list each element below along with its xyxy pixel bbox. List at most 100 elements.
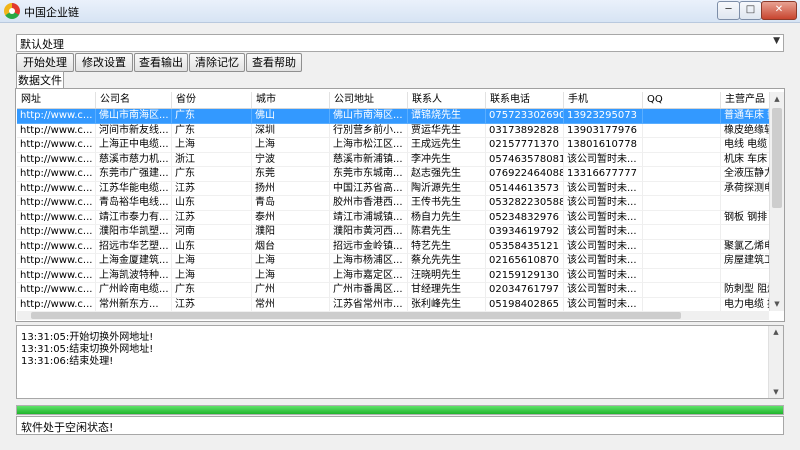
cell-url: http://www.c... (17, 283, 96, 298)
cell-province: 广东 (172, 167, 252, 182)
mode-select[interactable]: 默认处理 ▼ (16, 34, 784, 52)
table-row[interactable]: http://www.c... 青岛裕华电线... 山东 青岛 胶州市香港西... 王传书… (17, 196, 769, 211)
cell-contact: 特艺先生 (408, 239, 486, 254)
cell-products: 电线 电缆 (721, 138, 769, 153)
cell-url: http://www.c... (17, 210, 96, 225)
cell-province: 上海 (172, 138, 252, 153)
start-button[interactable]: 开始处理 (16, 53, 74, 72)
cell-province: 上海 (172, 268, 252, 283)
col-header-province[interactable]: 省份 (172, 92, 252, 108)
cell-company: 佛山市南海区... (96, 109, 172, 124)
log-scrollbar[interactable]: ▲ ▼ (768, 326, 783, 398)
grid-horizontal-scrollbar[interactable] (17, 311, 769, 320)
table-row[interactable]: http://www.c... 招远市华艺塑... 山东 烟台 招远市金岭镇... 特艺先… (17, 239, 769, 254)
maximize-button[interactable]: □ (739, 1, 762, 20)
cell-city: 广州 (252, 283, 330, 298)
col-header-contact[interactable]: 联系人 (408, 92, 486, 108)
col-header-products[interactable]: 主营产品 (721, 92, 769, 108)
scroll-down-icon[interactable]: ▼ (769, 388, 783, 396)
table-row[interactable]: http://www.c... 靖江市泰力有... 江苏 泰州 靖江市浦城镇... 杨自力… (17, 210, 769, 225)
grid-vertical-scrollbar[interactable]: ▲ ▼ (769, 92, 784, 311)
view-output-button[interactable]: 查看输出 (134, 53, 188, 72)
clear-memory-button[interactable]: 清除记忆 (189, 53, 245, 72)
cell-contact: 谭锦烧先生 (408, 109, 486, 124)
cell-city: 上海 (252, 254, 330, 269)
cell-address: 濮阳市黄河西... (330, 225, 408, 240)
col-header-phone[interactable]: 联系电话 (486, 92, 564, 108)
cell-qq (643, 297, 721, 311)
table-row[interactable]: http://www.c... 慈溪市慈力机... 浙江 宁波 慈溪市新浦镇... 李冲先… (17, 152, 769, 167)
cell-mobile: 该公司暂时未... (564, 225, 643, 240)
cell-phone: 05358435121 (486, 239, 564, 254)
col-header-company[interactable]: 公司名 (96, 92, 172, 108)
cell-company: 江苏华能电缆... (96, 181, 172, 196)
table-row[interactable]: http://www.c... 上海正中电缆... 上海 上海 上海市松江区... 王成远… (17, 138, 769, 153)
cell-url: http://www.c... (17, 239, 96, 254)
chevron-down-icon[interactable]: ▼ (773, 36, 780, 46)
cell-url: http://www.c... (17, 152, 96, 167)
cell-qq (643, 283, 721, 298)
table-row[interactable]: http://www.c... 上海金厦建筑... 上海 上海 上海市杨浦区... 蔡允先… (17, 254, 769, 269)
cell-products: 承荷探测电 (721, 182, 769, 196)
window-title: 中国企业链 (24, 6, 79, 19)
table-row[interactable]: http://www.c... 濮阳市华凯塑... 河南 濮阳 濮阳市黄河西... 陈君先… (17, 225, 769, 240)
table-row[interactable]: http://www.c... 东莞市广强建... 广东 东莞 东莞市东城南... 赵志强… (17, 167, 769, 182)
scroll-thumb[interactable] (31, 312, 681, 319)
cell-mobile: 该公司暂时未... (564, 254, 643, 269)
cell-mobile: 该公司暂时未... (564, 196, 643, 211)
cell-products (721, 269, 769, 283)
close-button[interactable]: ✕ (761, 1, 797, 20)
cell-city: 上海 (252, 268, 330, 283)
cell-company: 招远市华艺塑... (96, 239, 172, 254)
cell-company: 上海凯波特种... (96, 268, 172, 283)
cell-province: 山东 (172, 239, 252, 254)
cell-city: 宁波 (252, 152, 330, 167)
cell-url: http://www.c... (17, 109, 96, 124)
scroll-down-icon[interactable]: ▼ (770, 297, 784, 311)
cell-city: 濮阳 (252, 225, 330, 240)
scroll-up-icon[interactable]: ▲ (770, 92, 784, 106)
table-row[interactable]: http://www.c... 上海凯波特种... 上海 上海 上海市嘉定区... 汪晓明… (17, 268, 769, 283)
cell-mobile: 该公司暂时未... (564, 283, 643, 298)
table-row[interactable]: http://www.c... 广州岭南电缆... 广东 广州 广州市番禺区... 甘经理… (17, 283, 769, 298)
cell-url: http://www.c... (17, 181, 96, 196)
help-button[interactable]: 查看帮助 (246, 53, 302, 72)
scroll-up-icon[interactable]: ▲ (769, 328, 783, 336)
col-header-url[interactable]: 网址 (17, 92, 96, 108)
col-header-address[interactable]: 公司地址 (330, 92, 408, 108)
log-box[interactable]: 13:31:05:开始切换外网地址! 13:31:05:结束切换外网地址! 13… (16, 325, 784, 399)
cell-qq (643, 254, 721, 269)
cell-mobile: 该公司暂时未... (564, 181, 643, 196)
settings-button[interactable]: 修改设置 (75, 53, 133, 72)
cell-city: 佛山 (252, 109, 330, 124)
cell-city: 烟台 (252, 239, 330, 254)
cell-qq (643, 268, 721, 283)
cell-qq (643, 210, 721, 225)
cell-url: http://www.c... (17, 123, 96, 138)
cell-products: 机床 车床 (721, 153, 769, 167)
tab-data-file[interactable]: 数据文件 (16, 71, 64, 89)
cell-mobile: 该公司暂时未... (564, 239, 643, 254)
table-row[interactable]: http://www.c... 河间市新友线... 广东 深圳 行別营乡前小... 贾运华… (17, 123, 769, 138)
table-row[interactable]: http://www.c... 佛山市南海区... 广东 佛山 佛山市南海区... 谭锦烧… (17, 109, 769, 124)
cell-qq (643, 181, 721, 196)
progress-fill (17, 406, 783, 414)
cell-phone: 02157771370 (486, 138, 564, 153)
minimize-button[interactable]: ─ (717, 1, 740, 20)
cell-company: 广州岭南电缆... (96, 283, 172, 298)
cell-address: 东莞市东城南... (330, 167, 408, 182)
col-header-mobile[interactable]: 手机 (564, 92, 643, 108)
cell-mobile: 该公司暂时未... (564, 152, 643, 167)
cell-phone: 03934619792 (486, 225, 564, 240)
cell-qq (643, 167, 721, 182)
cell-company: 河间市新友线... (96, 123, 172, 138)
scroll-thumb[interactable] (772, 108, 782, 208)
table-row[interactable]: http://www.c... 江苏华能电缆... 江苏 扬州 中国江苏省高... 陶沂源… (17, 181, 769, 196)
cell-phone: 02165610870 (486, 254, 564, 269)
cell-qq (643, 152, 721, 167)
col-header-city[interactable]: 城市 (252, 92, 330, 108)
table-row[interactable]: http://www.c... 常州新东方... 江苏 常州 江苏省常州市... 张利峰先… (17, 297, 769, 311)
app-logo-icon (4, 3, 20, 19)
col-header-qq[interactable]: QQ (643, 92, 721, 108)
data-grid[interactable]: 网址 公司名 省份 城市 公司地址 联系人 联系电话 手机 QQ 主营产品 ht… (17, 92, 769, 311)
